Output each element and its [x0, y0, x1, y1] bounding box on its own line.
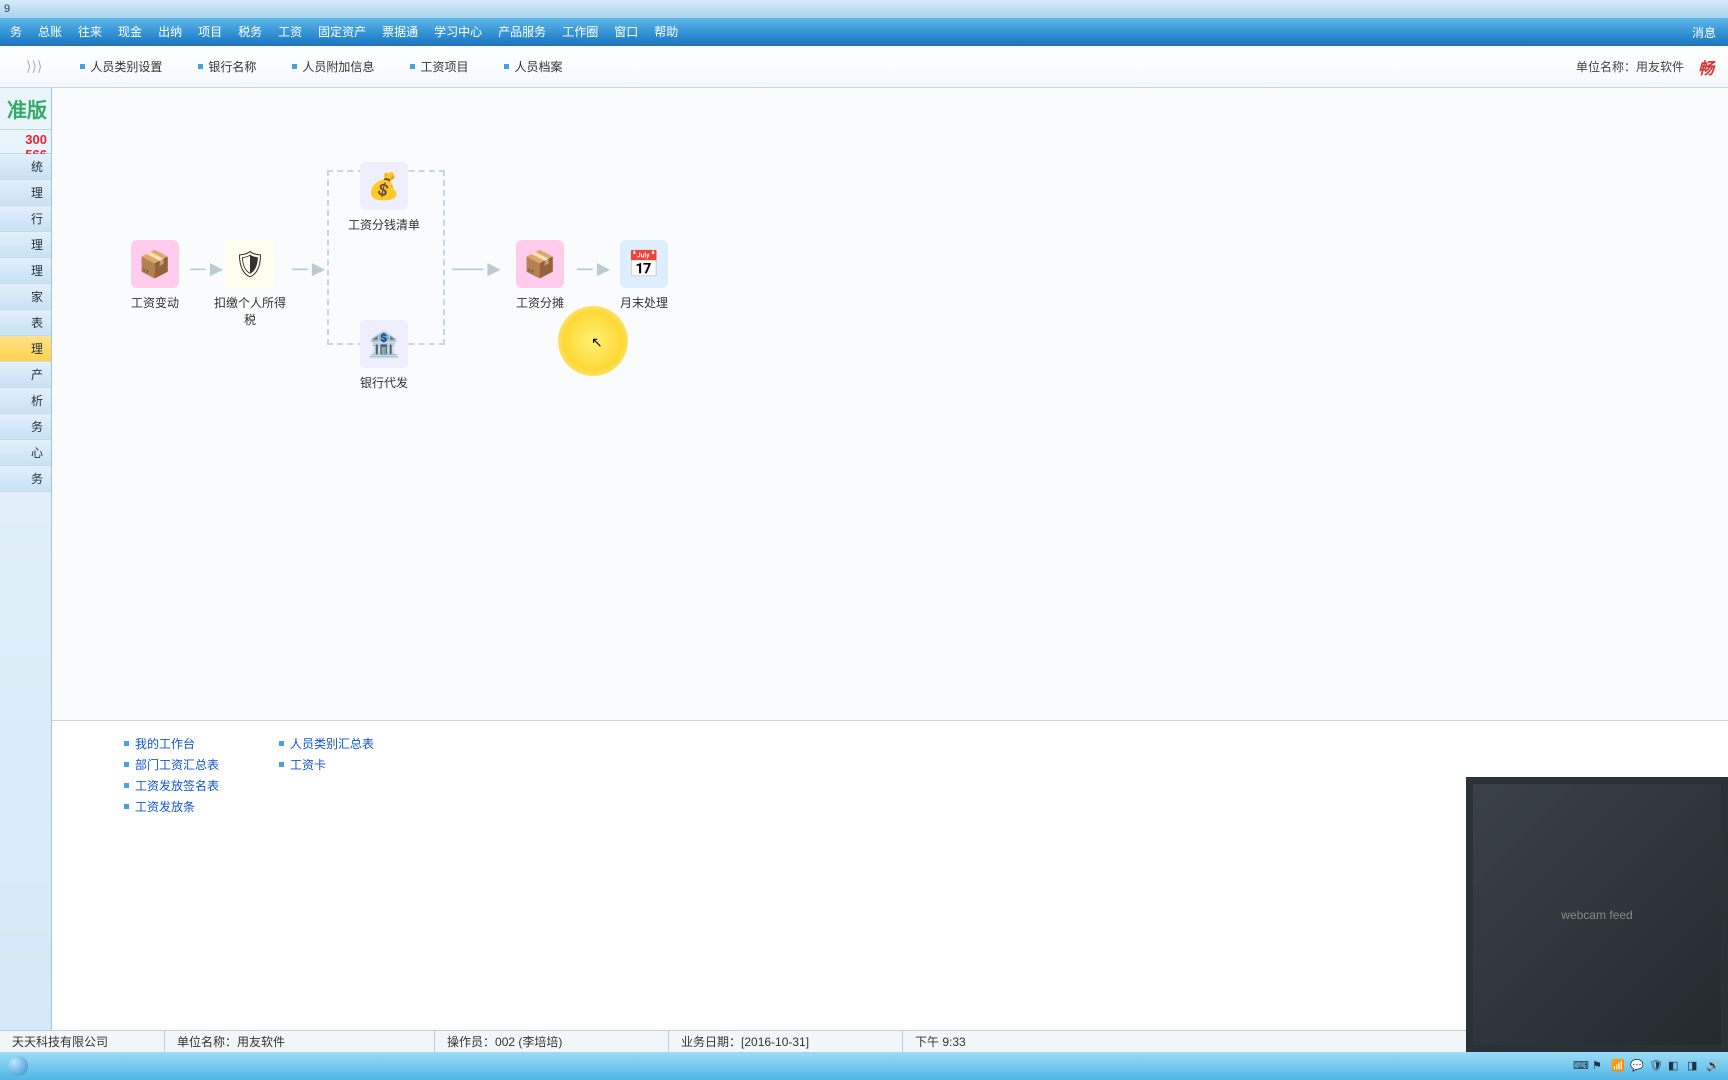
mouse-cursor-icon: ↖ [591, 334, 603, 351]
sidebar-item-12[interactable]: 务 [0, 466, 51, 492]
menu-gongzuoquan[interactable]: 工作圈 [554, 18, 606, 46]
menu-bangzhu[interactable]: 帮助 [646, 18, 686, 46]
sidebar-item-0[interactable]: 统 [0, 154, 51, 180]
arrow-icon: ─► [577, 258, 614, 280]
tray-chat-icon[interactable]: 💬 [1630, 1059, 1644, 1073]
sublink-renyuanleibie[interactable]: 人员类别设置 [62, 58, 180, 75]
report-gongzika[interactable]: 工资卡 [279, 756, 374, 773]
title-text: 9 [4, 3, 10, 15]
menu-xiaoxi[interactable]: 消息 [1692, 24, 1728, 41]
node-gongzifenqian[interactable]: 💰 工资分钱清单 [344, 162, 424, 233]
unit-label: 单位名称：用友软件 [1576, 58, 1684, 75]
node-yinhangdaifa[interactable]: 🏦 银行代发 [344, 320, 424, 391]
menu-chuangkou[interactable]: 窗口 [606, 18, 646, 46]
calendar-icon: 📅 [620, 240, 668, 288]
sidebar-item-11[interactable]: 心 [0, 440, 51, 466]
tray-app-icon[interactable]: ◧ [1668, 1059, 1682, 1073]
tray-keyboard-icon[interactable]: ⌨ [1573, 1059, 1587, 1073]
subbar-left: ⟩⟩⟩ 人员类别设置 银行名称 人员附加信息 工资项目 人员档案 [6, 58, 580, 75]
arrow-icon: ──► [452, 258, 505, 280]
sidebar-item-9[interactable]: 析 [0, 388, 51, 414]
windows-taskbar[interactable]: ⌨ ⚑ 📶 💬 🛡 ◧ ◨ 🔊 [0, 1052, 1728, 1080]
menu-gongzi[interactable]: 工资 [270, 18, 310, 46]
reports-col-1: 我的工作台 部门工资汇总表 工资发放签名表 工资发放条 [124, 735, 219, 1016]
node-gongzifentan[interactable]: 📦 工资分摊 [500, 240, 580, 311]
report-gongzifafang[interactable]: 工资发放签名表 [124, 777, 219, 794]
workflow-area: 📦 工资变动 🛡 扣缴个人所得税 💰 工资分钱清单 🏦 银行代发 📦 工资分摊 … [52, 88, 1728, 720]
sublink-renyuandangan[interactable]: 人员档案 [486, 58, 580, 75]
package-icon: 📦 [131, 240, 179, 288]
node-label: 扣缴个人所得税 [210, 294, 290, 328]
subbar-right: 单位名称：用友软件 畅 [1576, 55, 1728, 79]
taskbar-left [8, 1056, 28, 1076]
sidebar-item-6[interactable]: 表 [0, 310, 51, 336]
sidebar-logo: 准版 [0, 88, 51, 130]
sidebar-phone: 300 566 [0, 130, 51, 154]
webcam-feed: webcam feed [1473, 784, 1722, 1045]
report-wodegongzuotai[interactable]: 我的工作台 [124, 735, 219, 752]
menu-gudingzichan[interactable]: 固定资产 [310, 18, 374, 46]
system-tray: ⌨ ⚑ 📶 💬 🛡 ◧ ◨ 🔊 [1573, 1059, 1720, 1073]
sidebar-item-4[interactable]: 理 [0, 258, 51, 284]
menu-caiwu[interactable]: 务 [2, 18, 30, 46]
menu-chanpin[interactable]: 产品服务 [490, 18, 554, 46]
money-icon: 💰 [360, 162, 408, 210]
menu-zongzhang[interactable]: 总账 [30, 18, 70, 46]
node-yuemochuli[interactable]: 📅 月末处理 [604, 240, 684, 311]
tray-flag-icon[interactable]: ⚑ [1592, 1059, 1606, 1073]
sidebar-item-3[interactable]: 理 [0, 232, 51, 258]
node-koujiaogeshui[interactable]: 🛡 扣缴个人所得税 [210, 240, 290, 328]
sidebar-item-10[interactable]: 务 [0, 414, 51, 440]
chevron-icon[interactable]: ⟩⟩⟩ [6, 58, 62, 75]
status-date: 业务日期：[2016-10-31] [669, 1031, 903, 1052]
menu-piaojutong[interactable]: 票据通 [374, 18, 426, 46]
menu-xiangmu[interactable]: 项目 [190, 18, 230, 46]
sidebar: 准版 300 566 统 理 行 理 理 家 表 理 产 析 务 心 务 [0, 88, 52, 1030]
sidebar-item-2[interactable]: 行 [0, 206, 51, 232]
window-titlebar: 9 [0, 0, 1728, 18]
arrow-icon: ─► [190, 258, 227, 280]
shield-icon: 🛡 [226, 240, 274, 288]
brand-logo: 畅 [1698, 55, 1714, 79]
sublink-yinhangmingcheng[interactable]: 银行名称 [180, 58, 274, 75]
status-operator: 操作员：002 (李培培) [435, 1031, 669, 1052]
menu-wanglai[interactable]: 往来 [70, 18, 110, 46]
tray-network-icon[interactable]: 📶 [1611, 1059, 1625, 1073]
node-label: 月末处理 [604, 294, 684, 311]
sublink-gongzixiangmu[interactable]: 工资项目 [392, 58, 486, 75]
tray-shield-icon[interactable]: 🛡 [1649, 1059, 1663, 1073]
node-label: 工资分摊 [500, 294, 580, 311]
node-label: 工资变动 [115, 294, 195, 311]
report-renyuanleibie[interactable]: 人员类别汇总表 [279, 735, 374, 752]
package-icon: 📦 [516, 240, 564, 288]
node-label: 银行代发 [344, 374, 424, 391]
status-company: 天天科技有限公司 [0, 1031, 165, 1052]
sidebar-item-1[interactable]: 理 [0, 180, 51, 206]
menu-xuexi[interactable]: 学习中心 [426, 18, 490, 46]
reports-col-2: 人员类别汇总表 工资卡 [279, 735, 374, 1016]
webcam-overlay: webcam feed [1466, 777, 1728, 1052]
sidebar-item-7-active[interactable]: 理 [0, 336, 51, 362]
bank-icon: 🏦 [360, 320, 408, 368]
menu-chuna[interactable]: 出纳 [150, 18, 190, 46]
menu-shuiwu[interactable]: 税务 [230, 18, 270, 46]
node-label: 工资分钱清单 [344, 216, 424, 233]
tray-volume-icon[interactable]: 🔊 [1706, 1059, 1720, 1073]
node-gongzibiandong[interactable]: 📦 工资变动 [115, 240, 195, 311]
report-bumengongzi[interactable]: 部门工资汇总表 [124, 756, 219, 773]
sidebar-item-8[interactable]: 产 [0, 362, 51, 388]
sidebar-item-5[interactable]: 家 [0, 284, 51, 310]
menu-xianjin[interactable]: 现金 [110, 18, 150, 46]
tray-app2-icon[interactable]: ◨ [1687, 1059, 1701, 1073]
menubar-left: 务 总账 往来 现金 出纳 项目 税务 工资 固定资产 票据通 学习中心 产品服… [2, 18, 686, 46]
arrow-icon: ─► [292, 258, 329, 280]
report-gongzifafangtiao[interactable]: 工资发放条 [124, 798, 219, 815]
main-menubar: 务 总账 往来 现金 出纳 项目 税务 工资 固定资产 票据通 学习中心 产品服… [0, 18, 1728, 46]
sublink-renyuanfujia[interactable]: 人员附加信息 [274, 58, 392, 75]
secondary-toolbar: ⟩⟩⟩ 人员类别设置 银行名称 人员附加信息 工资项目 人员档案 单位名称：用友… [0, 46, 1728, 88]
status-unit: 单位名称：用友软件 [165, 1031, 435, 1052]
start-orb-icon[interactable] [8, 1056, 28, 1076]
